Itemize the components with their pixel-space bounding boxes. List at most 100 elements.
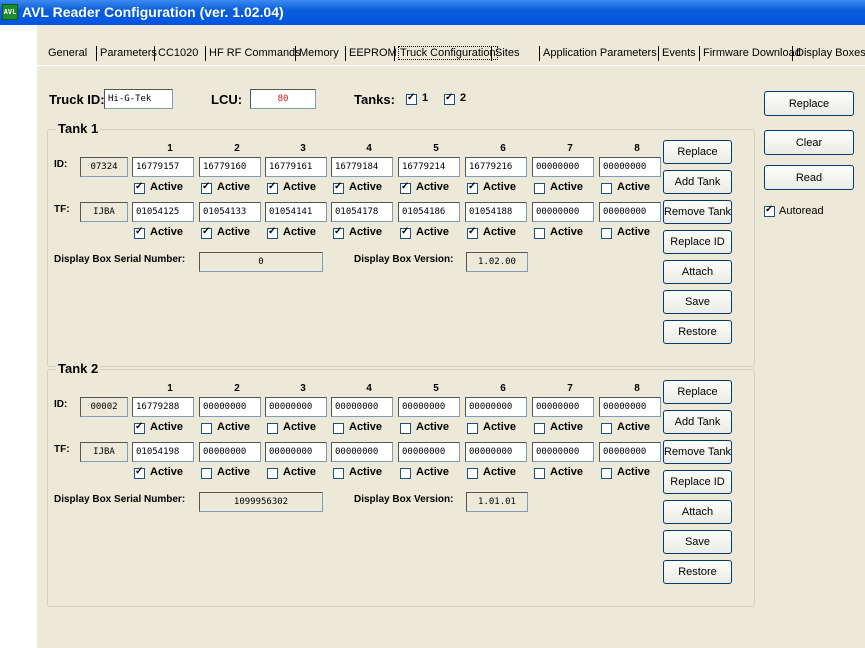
tank1-checkbox[interactable] [406,92,417,105]
tank-tf-field[interactable] [80,202,128,222]
id-active-checkbox-6[interactable] [467,423,478,434]
id-cell-6[interactable] [465,157,527,177]
tf-cell-6[interactable] [465,202,527,222]
id-active-checkbox-7[interactable] [534,183,545,194]
id-cell-7[interactable] [532,397,594,417]
id-active-checkbox-5[interactable] [400,423,411,434]
tf-active-checkbox-8[interactable] [601,228,612,239]
tab-truck-configuration[interactable]: Truck Configuration [398,44,498,62]
id-active-checkbox-8[interactable] [601,423,612,434]
id-cell-4[interactable] [331,397,393,417]
tf-cell-2[interactable] [199,442,261,462]
id-cell-7[interactable] [532,157,594,177]
tf-cell-1[interactable] [132,442,194,462]
id-active-checkbox-2[interactable] [201,181,212,194]
restore-button[interactable]: Restore [663,560,732,584]
tab-events[interactable]: Events [662,44,696,62]
id-active-checkbox-1[interactable] [134,421,145,434]
tf-active-checkbox-3[interactable] [267,226,278,239]
id-active-checkbox-6[interactable] [467,181,478,194]
remove-tank-button[interactable]: Remove Tank [663,440,732,464]
id-cell-1[interactable] [132,397,194,417]
remove-tank-button[interactable]: Remove Tank [663,200,732,224]
tf-active-checkbox-7[interactable] [534,468,545,479]
tf-cell-7[interactable] [532,442,594,462]
tab-cc1020[interactable]: CC1020 [158,44,198,62]
tab-parameters[interactable]: Parameters [100,44,157,62]
id-active-checkbox-3[interactable] [267,181,278,194]
id-active-checkbox-4[interactable] [333,181,344,194]
attach-button[interactable]: Attach [663,500,732,524]
tf-active-checkbox-5[interactable] [400,468,411,479]
id-active-checkbox-7[interactable] [534,423,545,434]
lcu-input[interactable] [250,89,316,109]
id-cell-8[interactable] [599,397,661,417]
tf-cell-4[interactable] [331,202,393,222]
tab-display-boxes[interactable]: Display Boxes [796,44,865,62]
tf-cell-6[interactable] [465,442,527,462]
tank2-checkbox[interactable] [444,92,455,105]
id-active-checkbox-4[interactable] [333,423,344,434]
tf-cell-1[interactable] [132,202,194,222]
id-cell-1[interactable] [132,157,194,177]
tf-cell-7[interactable] [532,202,594,222]
tf-active-checkbox-4[interactable] [333,226,344,239]
tf-cell-8[interactable] [599,442,661,462]
id-cell-5[interactable] [398,397,460,417]
replace-id-button[interactable]: Replace ID [663,230,732,254]
display-box-version-field[interactable] [466,492,528,512]
tf-active-checkbox-8[interactable] [601,468,612,479]
tf-active-checkbox-6[interactable] [467,468,478,479]
tab-eeprom[interactable]: EEPROM [349,44,397,62]
truck-id-input[interactable] [104,89,173,109]
tf-active-checkbox-3[interactable] [267,468,278,479]
id-active-checkbox-8[interactable] [601,183,612,194]
add-tank-button[interactable]: Add Tank [663,170,732,194]
id-cell-4[interactable] [331,157,393,177]
display-box-serial-field[interactable] [199,492,323,512]
id-cell-8[interactable] [599,157,661,177]
tf-cell-3[interactable] [265,202,327,222]
id-cell-3[interactable] [265,157,327,177]
save-button[interactable]: Save [663,290,732,314]
tab-firmware-download[interactable]: Firmware Download [703,44,801,62]
tf-active-checkbox-1[interactable] [134,226,145,239]
id-cell-6[interactable] [465,397,527,417]
tab-memory[interactable]: Memory [299,44,339,62]
id-cell-2[interactable] [199,397,261,417]
replace-button[interactable]: Replace [764,91,854,116]
tab-hf-rf-commands[interactable]: HF RF Commands [209,44,301,62]
id-active-checkbox-3[interactable] [267,423,278,434]
autoread-checkbox[interactable] [764,204,775,217]
tf-active-checkbox-6[interactable] [467,226,478,239]
restore-button[interactable]: Restore [663,320,732,344]
display-box-serial-field[interactable] [199,252,323,272]
tank-tf-field[interactable] [80,442,128,462]
tf-cell-2[interactable] [199,202,261,222]
id-active-checkbox-1[interactable] [134,181,145,194]
tf-active-checkbox-1[interactable] [134,466,145,479]
tf-active-checkbox-2[interactable] [201,226,212,239]
replace-button[interactable]: Replace [663,140,732,164]
id-cell-3[interactable] [265,397,327,417]
tf-cell-4[interactable] [331,442,393,462]
tf-cell-8[interactable] [599,202,661,222]
tank-id-field[interactable] [80,397,128,417]
tank-id-field[interactable] [80,157,128,177]
display-box-version-field[interactable] [466,252,528,272]
save-button[interactable]: Save [663,530,732,554]
add-tank-button[interactable]: Add Tank [663,410,732,434]
replace-id-button[interactable]: Replace ID [663,470,732,494]
tf-cell-5[interactable] [398,442,460,462]
clear-button[interactable]: Clear [764,130,854,155]
tab-general[interactable]: General [48,44,87,62]
id-cell-2[interactable] [199,157,261,177]
tf-cell-3[interactable] [265,442,327,462]
tf-active-checkbox-2[interactable] [201,468,212,479]
id-cell-5[interactable] [398,157,460,177]
tab-sites[interactable]: Sites [495,44,519,62]
id-active-checkbox-2[interactable] [201,423,212,434]
tf-active-checkbox-7[interactable] [534,228,545,239]
id-active-checkbox-5[interactable] [400,181,411,194]
replace-button[interactable]: Replace [663,380,732,404]
